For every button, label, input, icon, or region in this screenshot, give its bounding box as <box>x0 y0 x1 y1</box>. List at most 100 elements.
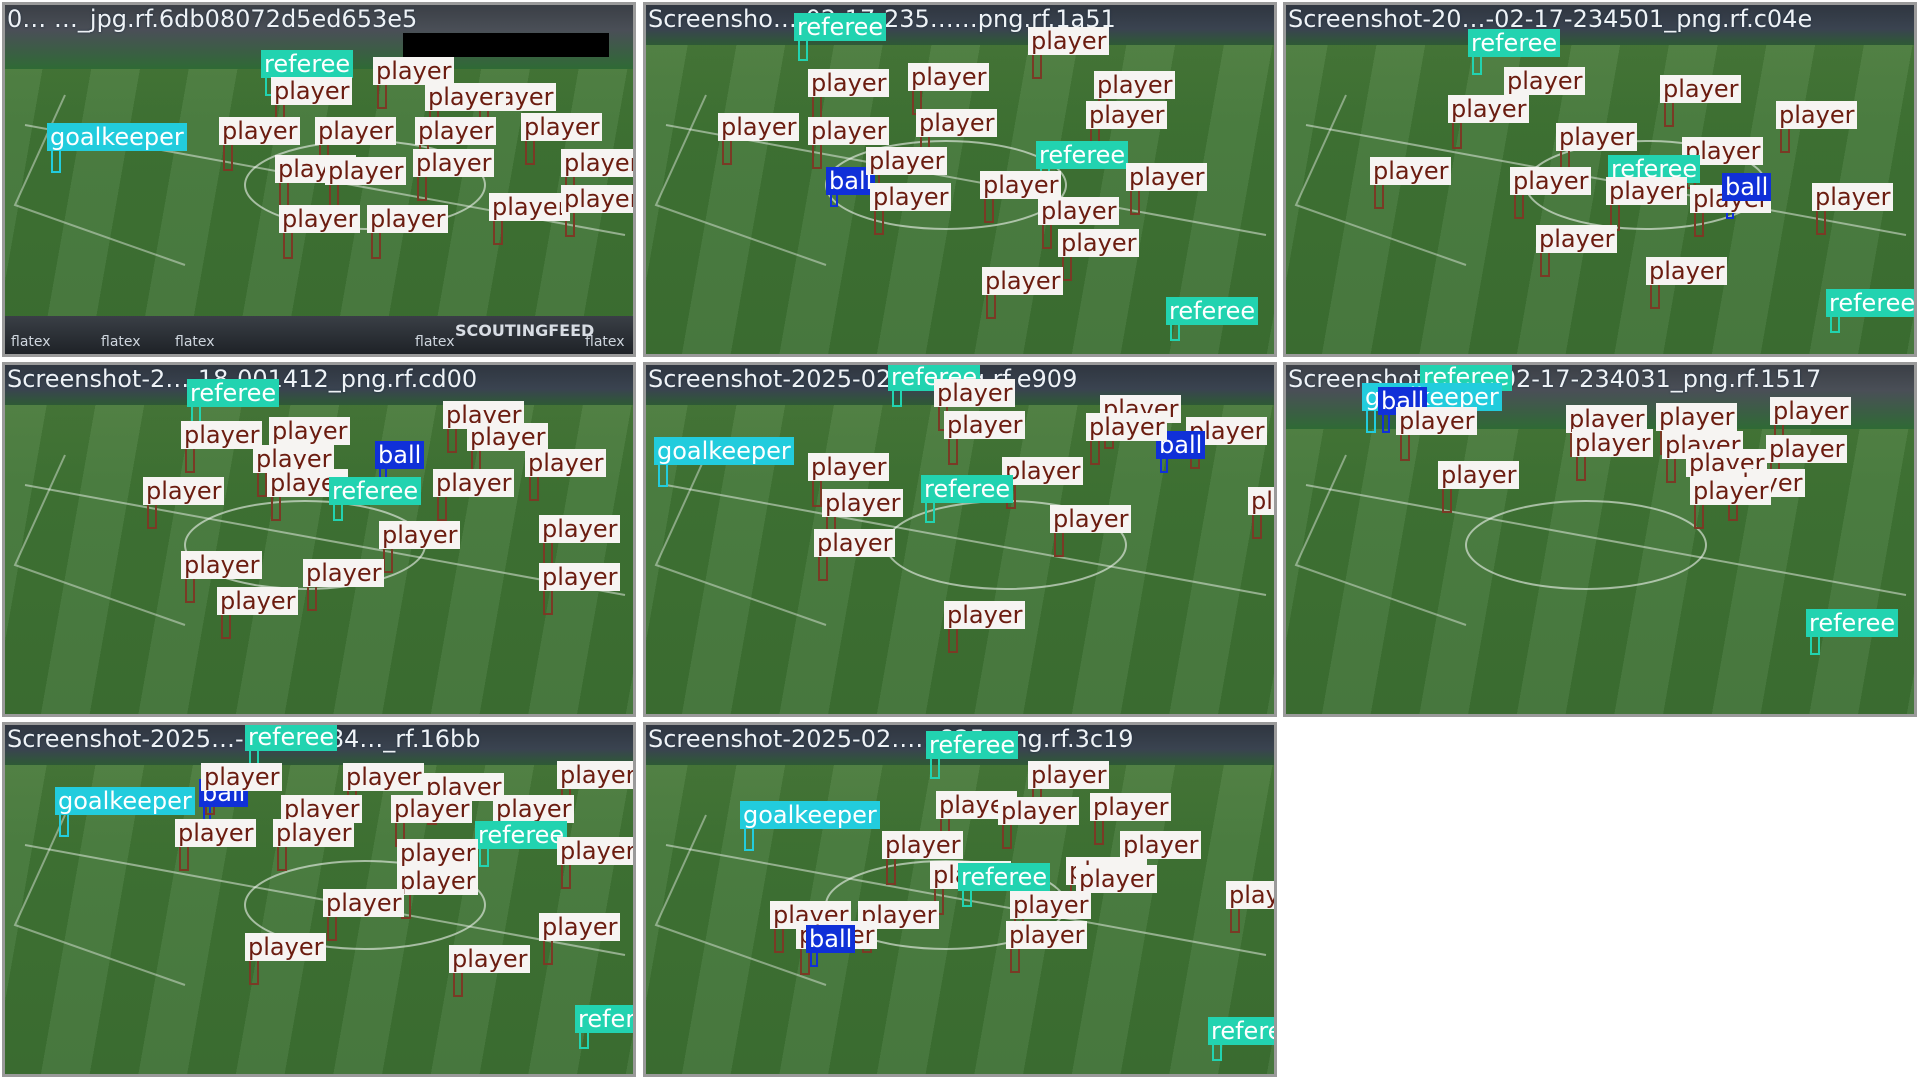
player-bounding-box <box>271 495 281 521</box>
ball-label: ball <box>806 925 856 953</box>
player-label: player <box>1010 891 1092 919</box>
player-bounding-box <box>1666 457 1676 483</box>
banner-text: SCOUTINGFEED <box>455 321 595 340</box>
goalkeeper-bounding-box <box>744 827 754 851</box>
player-bounding-box <box>1374 183 1384 209</box>
player-label: player <box>944 601 1026 629</box>
player-label: player <box>882 831 964 859</box>
player-label: player <box>1766 435 1848 463</box>
player-bounding-box <box>1042 223 1052 249</box>
player-label: player <box>1606 177 1688 205</box>
player-label: player <box>449 945 531 973</box>
player-label: player <box>397 867 479 895</box>
player-label: player <box>413 149 495 177</box>
player-label: player <box>1006 921 1088 949</box>
player-label: player <box>1812 183 1894 211</box>
player-label: player <box>808 69 890 97</box>
referee-label: referee <box>1208 1017 1274 1045</box>
player-bounding-box <box>147 503 157 529</box>
goalkeeper-bounding-box <box>658 463 668 487</box>
player-bounding-box <box>1400 433 1410 461</box>
player-label: player <box>934 379 1016 407</box>
player-label: player <box>493 795 575 823</box>
player-bounding-box <box>437 495 447 521</box>
player-label: player <box>1002 457 1084 485</box>
player-label: player <box>1094 71 1176 99</box>
player-label: player <box>1510 167 1592 195</box>
player-label: player <box>1690 477 1772 505</box>
player-label: player <box>201 763 283 791</box>
player-bounding-box <box>279 181 289 207</box>
ball-label: ball <box>1722 173 1772 201</box>
player-label: player <box>269 417 351 445</box>
player-bounding-box <box>1664 101 1674 127</box>
referee-label: referee <box>329 477 422 505</box>
image-tile-3: Screenshot-20…-02-17-234501_png.rf.c04e … <box>1283 2 1917 357</box>
player-label: player <box>1028 27 1110 55</box>
player-bounding-box <box>185 447 195 473</box>
player-bounding-box <box>1442 487 1452 513</box>
player-bounding-box <box>986 293 996 319</box>
ball-bounding-box <box>1160 457 1168 473</box>
bench-area: flatex flatex flatex flatex flatex SCOUT… <box>5 316 633 354</box>
player-label: player <box>814 529 896 557</box>
player-bounding-box <box>185 577 195 603</box>
player-bounding-box <box>525 139 535 165</box>
referee-bounding-box <box>333 503 343 521</box>
player-bounding-box <box>1540 251 1550 277</box>
image-tile-2: Screensho…-02-17-235……png.rf.1a51 refere… <box>643 2 1277 357</box>
player-label: player <box>143 477 225 505</box>
ball-bounding-box <box>810 951 818 967</box>
player-bounding-box <box>223 143 233 171</box>
banner-text: flatex <box>11 334 51 350</box>
referee-bounding-box <box>1170 323 1180 341</box>
referee-label: referee <box>1468 29 1561 57</box>
player-label: player <box>561 149 633 177</box>
player-label: player <box>525 449 607 477</box>
player-bounding-box <box>1090 439 1100 465</box>
player-label: player <box>343 763 425 791</box>
player-label: player <box>521 113 603 141</box>
player-bounding-box <box>277 845 287 871</box>
player-bounding-box <box>447 427 457 453</box>
player-label: player <box>1120 831 1202 859</box>
player-bounding-box <box>221 613 231 639</box>
player-label: player <box>1086 413 1168 441</box>
player-label: player <box>1090 793 1172 821</box>
player-bounding-box <box>1650 283 1660 309</box>
player-bounding-box <box>179 845 189 871</box>
image-tile-8: Screenshot-2025-02……825_png.rf.3c19 refe… <box>643 722 1277 1077</box>
player-label: player <box>1646 257 1728 285</box>
player-label: player <box>325 157 407 185</box>
goalkeeper-bounding-box <box>59 813 69 837</box>
player-label: player <box>1076 865 1158 893</box>
player-bounding-box <box>984 197 994 223</box>
player-label: player <box>1572 429 1654 457</box>
player-bounding-box <box>283 231 293 259</box>
referee-bounding-box <box>962 889 972 907</box>
player-bounding-box <box>371 231 381 259</box>
referee-bounding-box <box>1472 55 1482 75</box>
player-label: player <box>489 193 571 221</box>
player-label: player <box>433 469 515 497</box>
player-label: player <box>379 521 461 549</box>
player-bounding-box <box>886 857 896 885</box>
player-label: player <box>397 839 479 867</box>
player-bounding-box <box>1452 121 1462 149</box>
player-bounding-box <box>1252 513 1262 539</box>
goalkeeper-bounding-box <box>1366 409 1376 433</box>
referee-label: referee <box>1166 297 1259 325</box>
goalkeeper-label: goalkeeper <box>654 437 794 465</box>
player-bounding-box <box>249 959 259 985</box>
player-bounding-box <box>493 219 503 245</box>
player-label: player <box>1086 101 1168 129</box>
player-label: player <box>870 183 952 211</box>
player-label: player <box>557 761 633 789</box>
player-bounding-box <box>327 915 337 941</box>
player-label: player <box>539 515 621 543</box>
player-label: player <box>367 205 449 233</box>
referee-bounding-box <box>579 1031 589 1049</box>
image-filename: Screenshot-2025-02……825_png.rf.3c19 <box>648 725 1134 753</box>
image-tile-4: Screenshot-2…-18-001412_png.rf.cd00 refe… <box>2 362 636 717</box>
player-label: player <box>1448 95 1530 123</box>
